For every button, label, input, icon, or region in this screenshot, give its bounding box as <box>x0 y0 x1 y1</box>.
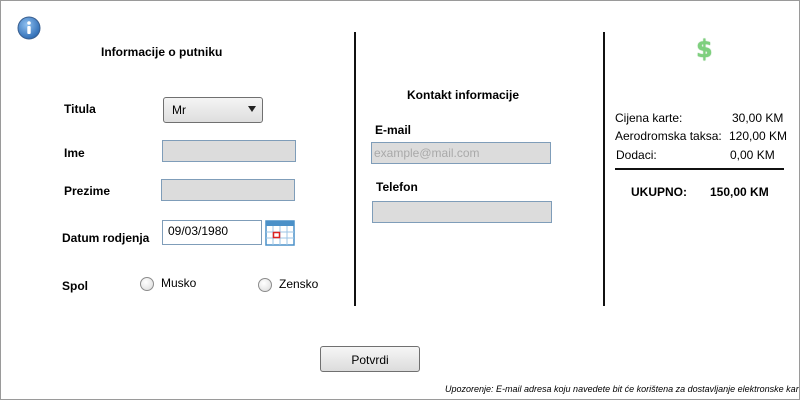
calendar-icon[interactable] <box>265 220 295 246</box>
total-value: 150,00 KM <box>710 185 769 199</box>
title-select[interactable]: Mr <box>163 97 263 123</box>
confirm-button[interactable]: Potvrdi <box>320 346 420 372</box>
passenger-section-title: Informacije o putniku <box>101 45 223 59</box>
gender-option-male: Musko <box>161 276 197 290</box>
price-label-extras: Dodaci: <box>616 148 657 162</box>
last-name-field[interactable] <box>161 179 295 201</box>
chevron-down-icon <box>248 106 256 112</box>
contact-section-title: Kontakt informacije <box>407 88 520 102</box>
phone-field[interactable] <box>372 201 552 223</box>
last-name-label: Prezime <box>64 184 111 198</box>
email-warning-text: Upozorenje: E-mail adresa koju navedete … <box>445 384 799 394</box>
gender-option-female: Zensko <box>279 277 319 291</box>
total-divider <box>615 168 784 170</box>
first-name-value <box>163 140 168 157</box>
price-label-airport-tax: Aerodromska taksa: <box>615 129 722 143</box>
first-name-label: Ime <box>64 146 85 160</box>
email-label: E-mail <box>375 123 412 137</box>
passenger-form-window: Informacije o putniku Titula Mr Ime Prez… <box>0 0 800 400</box>
gender-radio-female[interactable] <box>258 278 272 292</box>
email-field[interactable]: example@mail.com <box>371 142 551 164</box>
birth-date-label: Datum rodjenja <box>62 231 150 245</box>
info-icon <box>17 16 41 40</box>
price-label-ticket: Cijena karte: <box>615 111 683 125</box>
birth-date-field[interactable]: 09/03/1980 <box>162 220 262 245</box>
dollar-icon: $ <box>696 35 713 63</box>
gender-label: Spol <box>62 279 88 293</box>
title-label: Titula <box>64 102 96 116</box>
section-divider <box>354 32 356 306</box>
first-name-field[interactable] <box>162 140 296 162</box>
price-value-airport-tax: 120,00 KM <box>729 129 788 143</box>
section-divider <box>603 32 605 306</box>
title-select-value: Mr <box>172 103 186 117</box>
phone-label: Telefon <box>376 180 418 194</box>
email-placeholder: example@mail.com <box>374 146 480 160</box>
gender-radio-male[interactable] <box>140 277 154 291</box>
birth-date-value: 09/03/1980 <box>168 224 229 238</box>
price-value-ticket: 30,00 KM <box>732 111 784 125</box>
total-label: UKUPNO: <box>631 185 687 199</box>
price-value-extras: 0,00 KM <box>730 148 775 162</box>
